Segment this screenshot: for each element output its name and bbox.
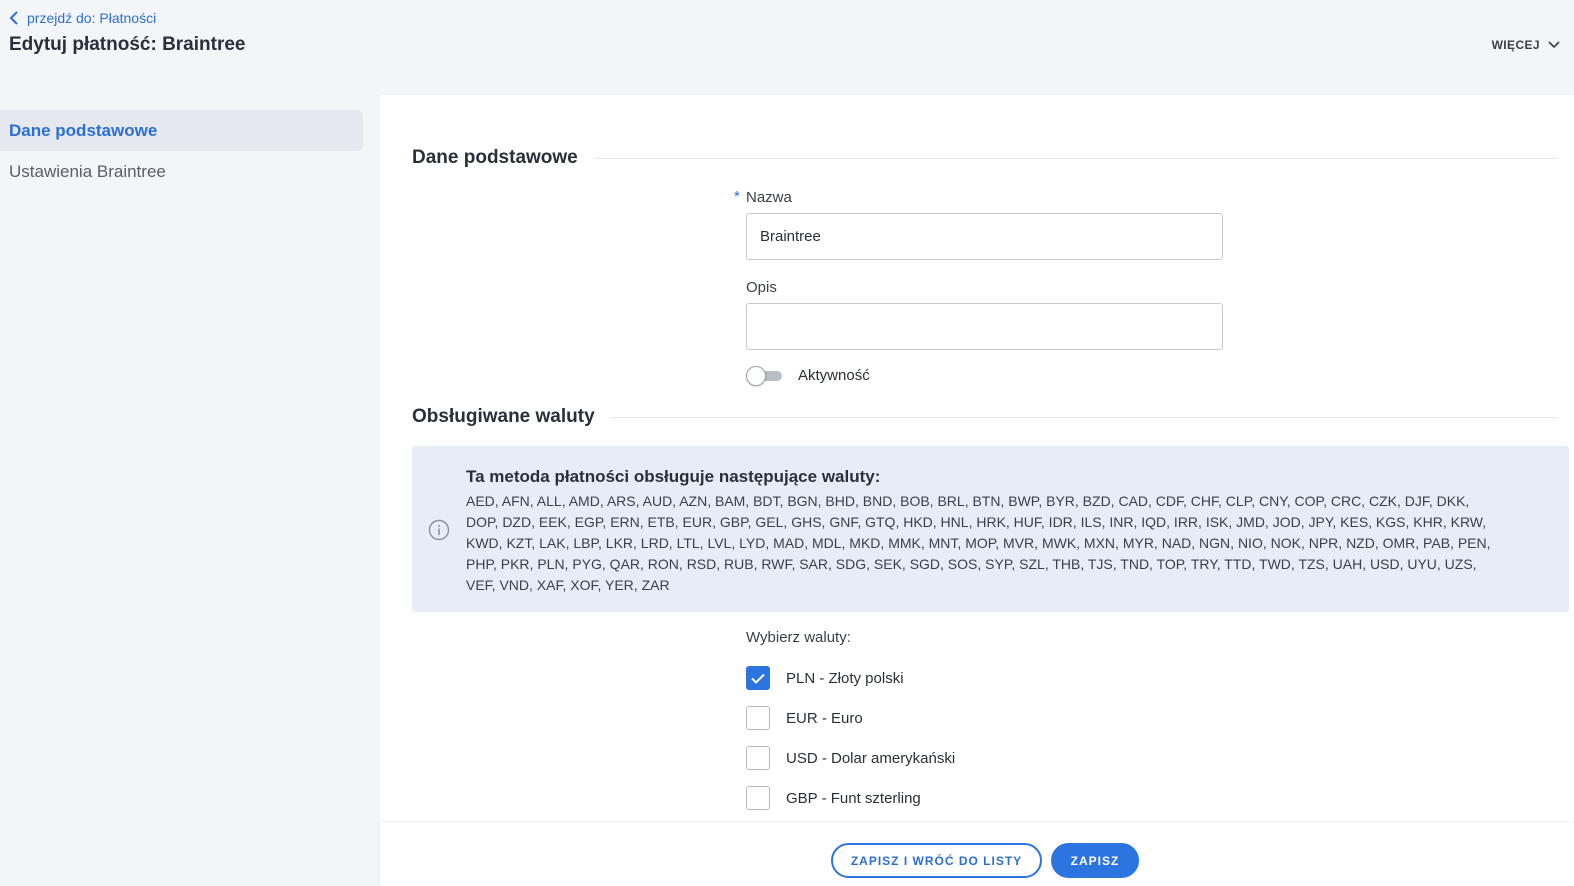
supported-currencies-list: AED, AFN, ALL, AMD, ARS, AUD, AZN, BAM, … (466, 493, 1491, 593)
currencies-info-box: Ta metoda płatności obsługuje następując… (412, 446, 1569, 612)
section-title-basic: Dane podstawowe (412, 147, 578, 168)
checkbox-unchecked[interactable] (746, 706, 770, 730)
section-header-basic: Dane podstawowe (412, 147, 1557, 169)
chevron-left-icon (9, 11, 18, 25)
description-label: Opis (746, 279, 777, 296)
save-button[interactable]: ZAPISZ (1051, 843, 1139, 878)
checkbox-unchecked[interactable] (746, 786, 770, 810)
required-mark: * (734, 188, 740, 205)
currency-option-label: USD - Dolar amerykański (786, 749, 956, 767)
sidebar-item-ustawienia-braintree[interactable]: Ustawienia Braintree (0, 151, 363, 192)
section-title-currencies: Obsługiwane waluty (412, 406, 595, 427)
active-toggle-label: Aktywność (798, 367, 870, 384)
currency-option-usd[interactable]: USD - Dolar amerykański (746, 746, 955, 770)
currency-option-eur[interactable]: EUR - Euro (746, 706, 863, 730)
toggle-knob (746, 366, 766, 386)
more-menu-button[interactable]: WIĘCEJ (1492, 38, 1560, 52)
info-title: Ta metoda płatności obsługuje następując… (466, 467, 881, 486)
section-divider (593, 157, 1557, 159)
more-menu-label: WIĘCEJ (1491, 38, 1540, 52)
currency-option-label: EUR - Euro (786, 709, 863, 727)
info-icon (428, 519, 450, 541)
pick-currencies-label: Wybierz waluty: (746, 629, 851, 646)
currency-option-gbp[interactable]: GBP - Funt szterling (746, 786, 921, 810)
checkbox-unchecked[interactable] (746, 746, 770, 770)
name-label-text: Nazwa (746, 189, 792, 206)
active-toggle[interactable] (746, 366, 782, 386)
currency-option-label: GBP - Funt szterling (786, 789, 921, 807)
back-link-label: przejdź do: Płatności (27, 10, 157, 26)
main-content: Dane podstawowe * Nazwa Opis Aktywność O… (380, 95, 1574, 886)
currency-option-pln[interactable]: PLN - Złoty polski (746, 666, 904, 690)
check-icon (751, 673, 765, 684)
name-input[interactable] (746, 213, 1223, 260)
sidebar: Dane podstawowe Ustawienia Braintree (0, 110, 363, 192)
sidebar-item-dane-podstawowe[interactable]: Dane podstawowe (0, 110, 363, 151)
page-title: Edytuj płatność: Braintree (9, 34, 246, 55)
section-header-currencies: Obsługiwane waluty (412, 406, 1557, 428)
checkbox-checked[interactable] (746, 666, 770, 690)
top-bar: przejdź do: Płatności Edytuj płatność: B… (0, 0, 1574, 95)
description-input[interactable] (746, 303, 1223, 350)
back-link[interactable]: przejdź do: Płatności (9, 10, 156, 26)
chevron-down-icon (1548, 41, 1560, 49)
form-footer: ZAPISZ I WRÓĆ DO LISTY ZAPISZ (380, 823, 1574, 886)
save-and-back-button[interactable]: ZAPISZ I WRÓĆ DO LISTY (831, 843, 1042, 878)
currency-option-label: PLN - Złoty polski (786, 669, 904, 687)
name-label: * Nazwa (734, 188, 792, 206)
section-divider (610, 416, 1557, 418)
